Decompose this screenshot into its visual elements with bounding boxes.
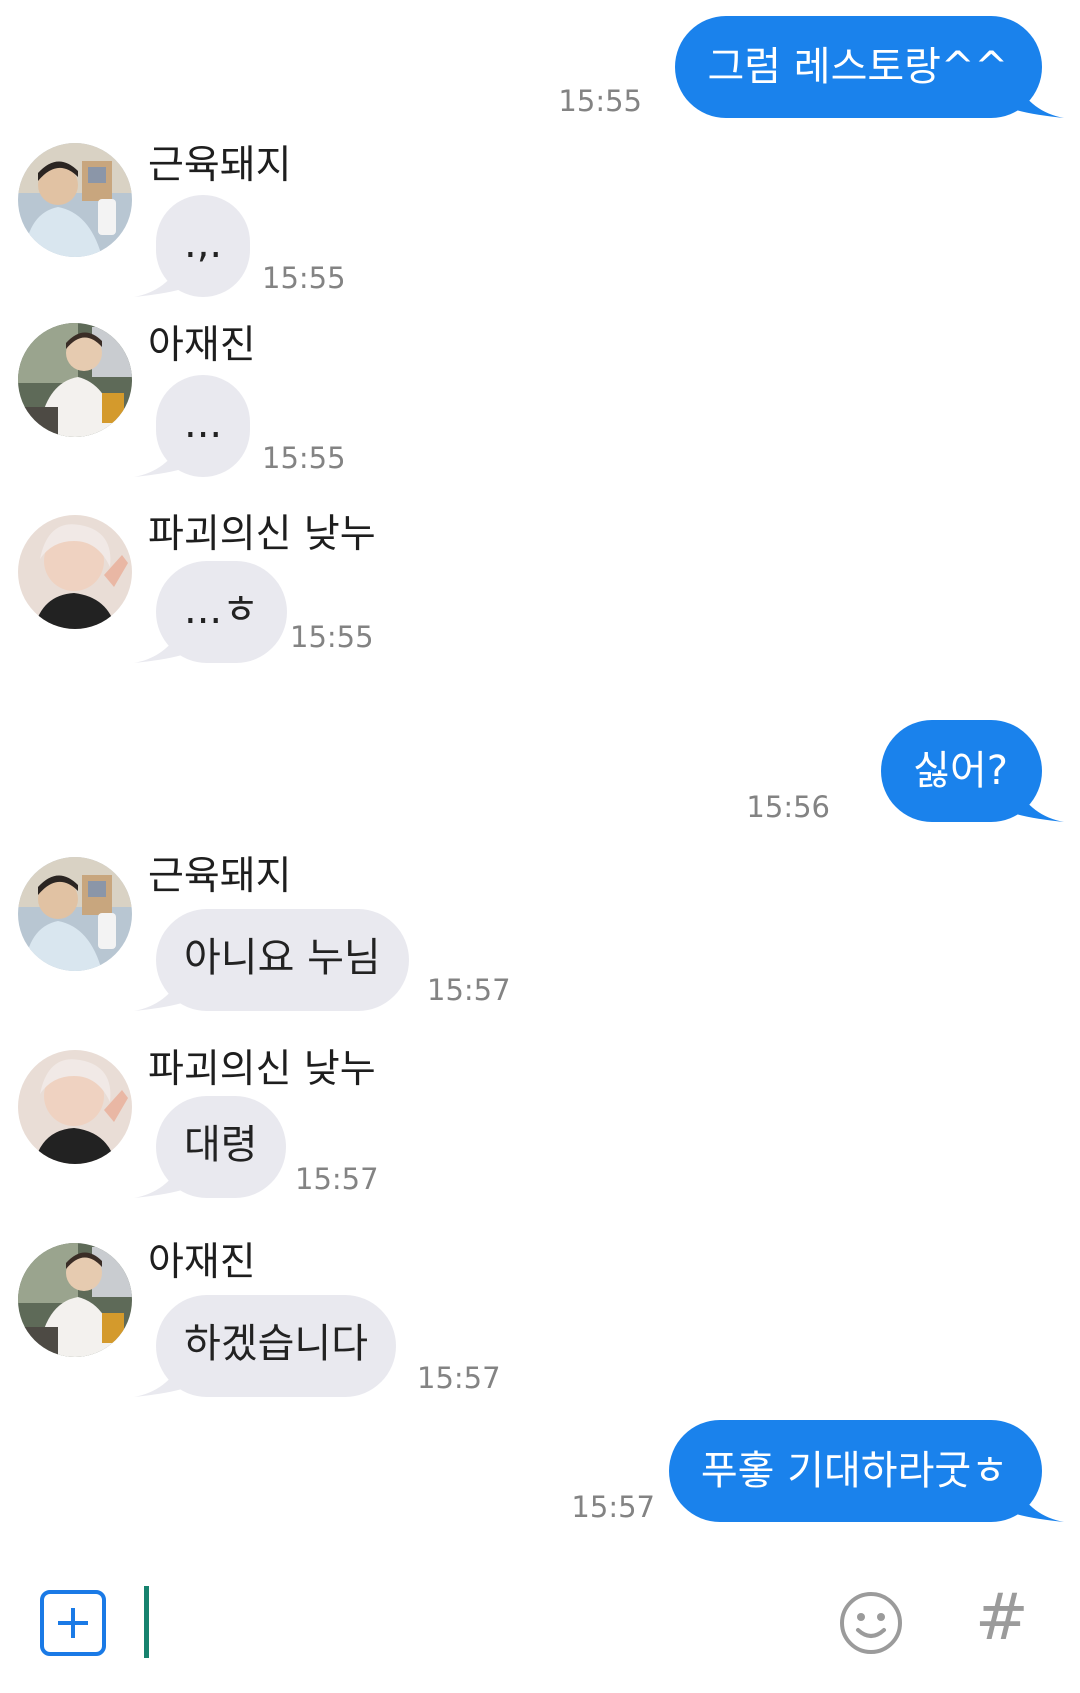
- message-text: 아니요 누님: [184, 935, 381, 981]
- outgoing-bubble[interactable]: 싫어?: [881, 720, 1064, 822]
- incoming-bubble[interactable]: 하겠습니다: [134, 1295, 396, 1397]
- hashtag-icon[interactable]: #: [975, 1582, 1029, 1654]
- incoming-bubble[interactable]: ...ㅎ: [134, 561, 287, 663]
- message-text: 그럼 레스토랑^^: [707, 44, 1008, 90]
- plus-bar-vertical: [71, 1608, 75, 1638]
- avatar[interactable]: [18, 1050, 132, 1164]
- message-text: 푸홓 기대하라굿ㅎ: [700, 1448, 1008, 1494]
- sender-name: 근육돼지: [148, 854, 292, 899]
- incoming-bubble[interactable]: .,.: [134, 195, 251, 297]
- smiley-icon[interactable]: [838, 1590, 904, 1656]
- message-timestamp: 15:57: [417, 1361, 501, 1395]
- bubble-tail: [134, 975, 182, 1011]
- message-row-outgoing: 싫어? 15:56: [0, 720, 1080, 824]
- incoming-bubble[interactable]: 대령: [134, 1096, 286, 1198]
- message-timestamp: 15:55: [262, 441, 346, 475]
- outgoing-bubble[interactable]: 푸홓 기대하라굿ㅎ: [668, 1420, 1064, 1522]
- avatar[interactable]: [18, 515, 132, 629]
- message-timestamp: 15:56: [746, 790, 830, 824]
- avatar[interactable]: [18, 143, 132, 257]
- message-row-incoming: 근육돼지 아니요 누님 15:57: [0, 854, 1080, 1017]
- message-timestamp: 15:57: [295, 1162, 379, 1196]
- bubble-tail: [134, 441, 182, 477]
- sender-name: 파괴의신 낮누: [148, 1047, 376, 1092]
- message-row-incoming: 아재진 하겠습니다 15:57: [0, 1240, 1080, 1403]
- message-row-outgoing: 그럼 레스토랑^^ 15:55: [0, 16, 1080, 118]
- bubble-tail: [134, 1162, 182, 1198]
- message-text: ...: [184, 401, 223, 447]
- bubble-tail: [1016, 82, 1064, 118]
- message-text: ...ㅎ: [184, 587, 259, 633]
- message-row-incoming: 아재진 ... 15:55: [0, 323, 1080, 483]
- message-timestamp: 15:55: [558, 84, 642, 118]
- bubble-tail: [134, 261, 182, 297]
- avatar[interactable]: [18, 323, 132, 437]
- sender-name: 근육돼지: [148, 143, 292, 188]
- message-row-outgoing: 푸홓 기대하라굿ㅎ 15:57: [0, 1420, 1080, 1524]
- sender-name: 아재진: [148, 1240, 256, 1285]
- bubble-tail: [134, 1361, 182, 1397]
- text-cursor: [144, 1586, 149, 1658]
- plus-square-icon[interactable]: [40, 1590, 106, 1656]
- message-input-bar: #: [0, 1560, 1080, 1693]
- message-row-incoming: 파괴의신 낮누 ...ㅎ 15:55: [0, 512, 1080, 675]
- avatar[interactable]: [18, 857, 132, 971]
- message-timestamp: 15:57: [427, 973, 511, 1007]
- chat-message-list[interactable]: 그럼 레스토랑^^ 15:55 근육돼지 .,. 15:55 아재진 ... 1…: [0, 0, 1080, 1560]
- bubble-tail: [1016, 786, 1064, 822]
- avatar[interactable]: [18, 1243, 132, 1357]
- message-text: 하겠습니다: [184, 1321, 368, 1367]
- message-row-incoming: 파괴의신 낮누 대령 15:57: [0, 1047, 1080, 1210]
- message-text: 대령: [184, 1122, 258, 1168]
- message-timestamp: 15:55: [290, 620, 374, 654]
- incoming-bubble[interactable]: ...: [134, 375, 251, 477]
- message-text: .,.: [184, 221, 223, 267]
- incoming-bubble[interactable]: 아니요 누님: [134, 909, 409, 1011]
- message-timestamp: 15:55: [262, 261, 346, 295]
- message-row-incoming: 근육돼지 .,. 15:55: [0, 143, 1080, 303]
- bubble-tail: [1016, 1486, 1064, 1522]
- message-timestamp: 15:57: [571, 1490, 655, 1524]
- message-text: 싫어?: [913, 748, 1008, 794]
- sender-name: 파괴의신 낮누: [148, 512, 376, 557]
- outgoing-bubble[interactable]: 그럼 레스토랑^^: [675, 16, 1064, 118]
- message-input[interactable]: [160, 1590, 804, 1658]
- bubble-tail: [134, 627, 182, 663]
- sender-name: 아재진: [148, 323, 256, 368]
